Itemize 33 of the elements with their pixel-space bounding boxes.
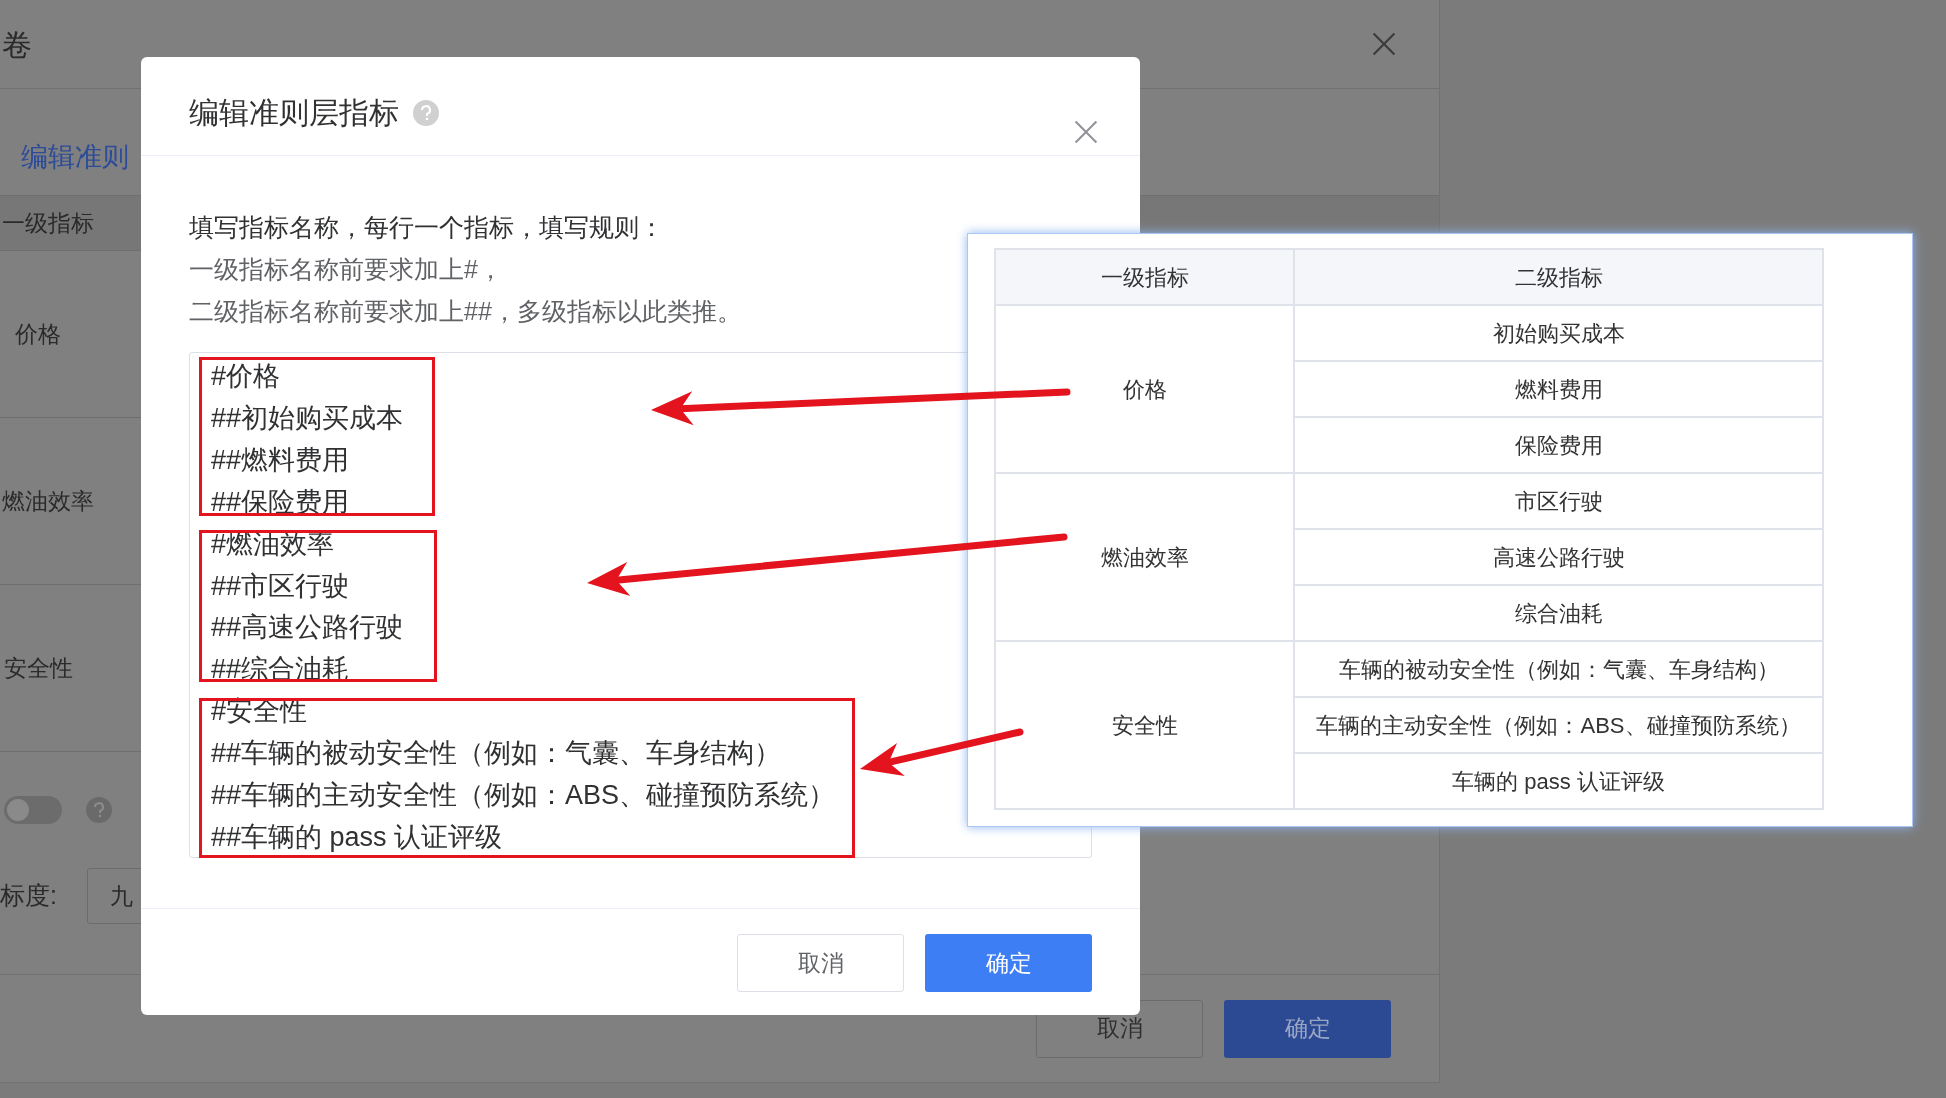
help-icon[interactable] <box>413 99 439 126</box>
table-cell: 初始购买成本 <box>1294 305 1823 361</box>
dialog-title: 卷 <box>2 26 32 63</box>
instruction-text: 填写指标名称，每行一个指标，填写规则： <box>189 212 665 243</box>
table-cell-text: 燃油效率 <box>2 486 94 516</box>
column-header: 一级指标 <box>995 249 1294 305</box>
table-cell: 市区行驶 <box>1294 473 1823 529</box>
tab[interactable]: 编辑准则 <box>21 136 129 178</box>
instruction-text: 二级指标名称前要求加上##，多级指标以此类推。 <box>189 296 743 327</box>
table-cell-text: 价格 <box>15 319 61 349</box>
table-cell: 车辆的主动安全性（例如：ABS、碰撞预防系统） <box>1294 697 1823 753</box>
field-label: 标度: <box>0 880 58 912</box>
close-icon[interactable] <box>1073 119 1099 145</box>
table-cell: 燃料费用 <box>1294 361 1823 417</box>
table-cell: 综合油耗 <box>1294 585 1823 641</box>
table-cell: 高速公路行驶 <box>1294 529 1823 585</box>
table-cell: 保险费用 <box>1294 417 1823 473</box>
table-cell: 价格 <box>995 305 1294 473</box>
cancel-button[interactable]: 取消 <box>737 934 904 992</box>
toggle-switch[interactable] <box>4 796 62 824</box>
help-icon[interactable] <box>86 797 112 823</box>
table-cell: 车辆的 pass 认证评级 <box>1294 753 1823 809</box>
table-cell: 燃油效率 <box>995 473 1294 641</box>
confirm-button[interactable]: 确定 <box>1224 999 1391 1058</box>
confirm-button[interactable]: 确定 <box>925 934 1092 992</box>
instruction-text: 一级指标名称前要求加上#， <box>189 254 504 285</box>
column-header: 二级指标 <box>1294 249 1823 305</box>
table-cell: 车辆的被动安全性（例如：气囊、车身结构） <box>1294 641 1823 697</box>
table-cell-text: 安全性 <box>4 653 73 683</box>
dialog-title: 编辑准则层指标 <box>189 95 399 131</box>
table-header: 一级指标 <box>2 208 94 238</box>
table-cell: 安全性 <box>995 641 1294 809</box>
close-icon[interactable] <box>1371 31 1397 57</box>
